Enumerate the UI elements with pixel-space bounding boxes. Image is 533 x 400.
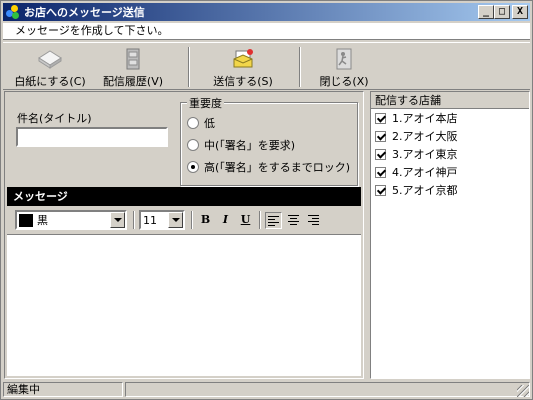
history-button[interactable]: 配信履歴(V) — [97, 47, 169, 89]
align-right-icon — [308, 215, 319, 225]
priority-low-radio[interactable]: 低 — [187, 115, 215, 131]
maximize-button[interactable]: □ — [494, 5, 510, 19]
blank-page-icon — [38, 50, 62, 69]
store-item[interactable]: 2.アオイ大阪 — [371, 127, 529, 145]
format-separator — [259, 211, 261, 229]
priority-medium-label: 中(「署名」を要求) — [204, 139, 296, 152]
send-label: 送信する(S) — [213, 75, 273, 88]
chevron-down-icon[interactable] — [110, 212, 125, 228]
title-bar[interactable]: お店へのメッセージ送信 _ □ X — [3, 3, 530, 21]
app-balls-icon — [6, 5, 20, 19]
store-item[interactable]: 4.アオイ神戸 — [371, 163, 529, 181]
compose-pane: 件名(タイトル) 重要度 低 中(「署名」を要求) 高(「署名」をするまでロック… — [4, 91, 364, 379]
status-cell-empty — [125, 382, 530, 397]
message-header: メッセージ — [7, 187, 361, 206]
bold-button[interactable]: B — [197, 212, 214, 229]
format-separator — [133, 211, 135, 229]
send-mail-icon — [233, 49, 253, 68]
resize-grip-icon[interactable] — [517, 385, 529, 397]
underline-button[interactable]: U — [237, 212, 254, 229]
file-cabinet-icon — [126, 48, 140, 70]
store-item[interactable]: 5.アオイ京都 — [371, 181, 529, 199]
store-label: 1.アオイ本店 — [392, 112, 458, 125]
store-checkbox[interactable] — [375, 148, 386, 160]
align-center-icon — [288, 215, 299, 225]
font-size-select[interactable]: 11 — [139, 210, 185, 230]
priority-high-label: 高(「署名」をするまでロック) — [204, 161, 351, 174]
radio-button-selected[interactable] — [187, 161, 199, 173]
chevron-down-icon[interactable] — [168, 212, 183, 228]
store-label: 5.アオイ京都 — [392, 184, 458, 197]
italic-button[interactable]: I — [217, 212, 234, 229]
message-body-editor[interactable] — [7, 234, 361, 376]
priority-medium-radio[interactable]: 中(「署名」を要求) — [187, 137, 295, 153]
align-left-button[interactable] — [265, 212, 282, 229]
store-item[interactable]: 3.アオイ東京 — [371, 145, 529, 163]
store-label: 2.アオイ大阪 — [392, 130, 458, 143]
priority-low-label: 低 — [204, 117, 215, 130]
color-swatch — [19, 213, 33, 227]
new-blank-label: 白紙にする(C) — [14, 75, 86, 88]
format-separator — [191, 211, 193, 229]
priority-group: 重要度 低 中(「署名」を要求) 高(「署名」をするまでロック) — [180, 95, 358, 186]
store-list: 配信する店舗 1.アオイ本店 2.アオイ大阪 3.アオイ東京 4.アオイ神戸 5… — [370, 91, 530, 379]
toolbar: 白紙にする(C) 配信履歴(V) 送信する(S) 閉じる(X) — [3, 42, 530, 90]
font-size-value: 11 — [143, 213, 157, 227]
store-checkbox[interactable] — [375, 112, 386, 124]
close-button[interactable]: 閉じる(X) — [313, 47, 375, 89]
priority-legend: 重要度 — [187, 95, 224, 111]
new-blank-button[interactable]: 白紙にする(C) — [11, 47, 89, 89]
text-color-value: 黒 — [37, 214, 48, 227]
radio-button[interactable] — [187, 117, 199, 129]
radio-button[interactable] — [187, 139, 199, 151]
window-title: お店へのメッセージ送信 — [24, 6, 145, 19]
exit-door-icon — [336, 48, 352, 70]
subject-label: 件名(タイトル) — [17, 112, 92, 125]
text-color-select[interactable]: 黒 — [15, 210, 127, 230]
close-label: 閉じる(X) — [319, 75, 369, 88]
instruction-text: メッセージを作成して下さい。 — [3, 23, 530, 40]
align-center-button[interactable] — [285, 212, 302, 229]
message-window: お店へのメッセージ送信 _ □ X メッセージを作成して下さい。 白紙にする(C… — [0, 0, 533, 400]
priority-high-radio[interactable]: 高(「署名」をするまでロック) — [187, 159, 350, 175]
close-window-button[interactable]: X — [512, 5, 528, 19]
align-right-button[interactable] — [305, 212, 322, 229]
store-label: 3.アオイ東京 — [392, 148, 458, 161]
store-item[interactable]: 1.アオイ本店 — [371, 109, 529, 127]
minimize-button[interactable]: _ — [478, 5, 494, 19]
status-bar: 編集中 — [3, 381, 530, 398]
store-list-header: 配信する店舗 — [371, 92, 529, 109]
status-text: 編集中 — [3, 382, 123, 397]
toolbar-separator — [299, 47, 301, 87]
store-checkbox[interactable] — [375, 130, 386, 142]
store-checkbox[interactable] — [375, 184, 386, 196]
store-label: 4.アオイ神戸 — [392, 166, 458, 179]
toolbar-separator — [188, 47, 190, 87]
store-checkbox[interactable] — [375, 166, 386, 178]
format-toolbar: 黒 11 B I U — [7, 207, 361, 233]
align-left-icon — [268, 216, 279, 226]
history-label: 配信履歴(V) — [102, 75, 164, 88]
subject-input[interactable] — [16, 127, 168, 147]
send-button[interactable]: 送信する(S) — [205, 47, 281, 89]
